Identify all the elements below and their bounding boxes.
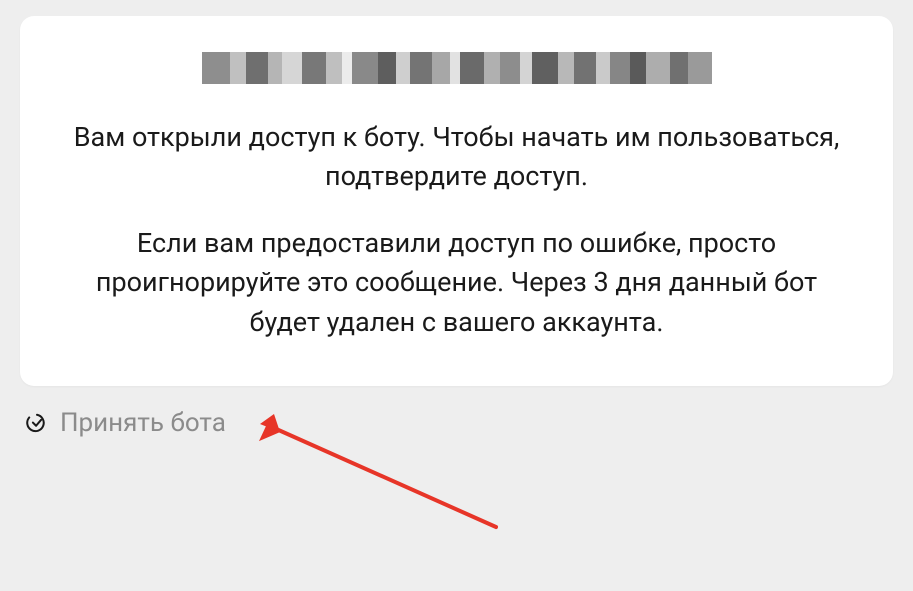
message-body: Вам открыли доступ к боту. Чтобы начать … bbox=[58, 118, 855, 342]
redacted-title bbox=[58, 48, 855, 88]
check-circle-icon bbox=[26, 412, 48, 434]
paragraph-1: Вам открыли доступ к боту. Чтобы начать … bbox=[58, 118, 855, 196]
accept-bot-label: Принять бота bbox=[60, 408, 226, 438]
message-card: Вам открыли доступ к боту. Чтобы начать … bbox=[20, 16, 893, 386]
paragraph-2: Если вам предоставили доступ по ошибке, … bbox=[58, 224, 855, 341]
arrow-annotation bbox=[256, 412, 516, 546]
accept-bot-action[interactable]: Принять бота bbox=[26, 408, 893, 438]
